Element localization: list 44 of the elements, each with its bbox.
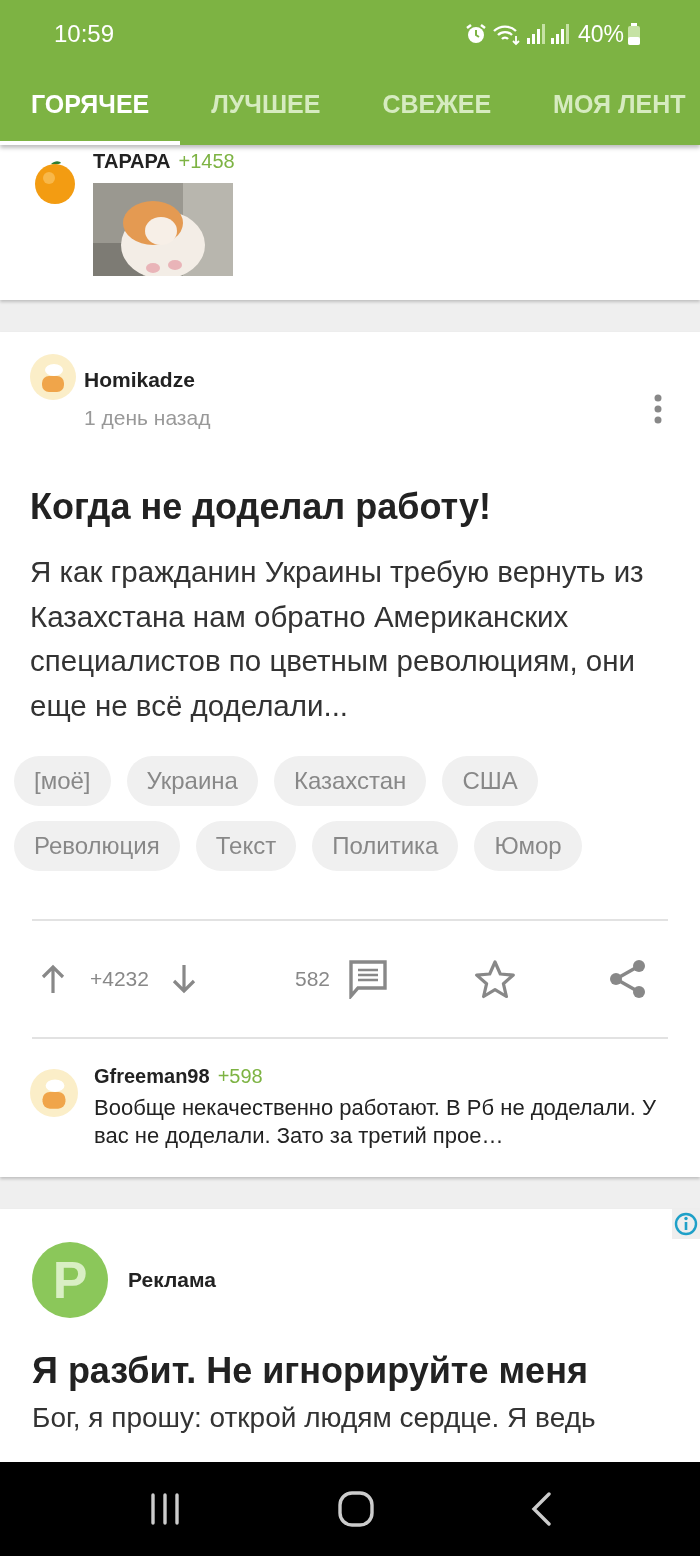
avatar[interactable] xyxy=(30,354,76,400)
avatar[interactable] xyxy=(30,1069,78,1117)
comment-rating: +1458 xyxy=(178,150,235,173)
tag-chip[interactable]: Украина xyxy=(126,756,258,806)
battery-icon xyxy=(628,23,640,45)
ad-avatar: P xyxy=(32,1242,108,1318)
post-title[interactable]: Когда не доделал работу! xyxy=(30,486,670,528)
ad-label: Реклама xyxy=(128,1268,216,1292)
feed-tab[interactable]: МОЯ ЛЕНТ xyxy=(522,68,700,145)
tag-chip[interactable]: США xyxy=(442,756,538,806)
vote-count: +4232 xyxy=(90,967,149,991)
wifi-icon xyxy=(491,22,522,46)
tag-chip[interactable]: [моё] xyxy=(14,756,111,806)
post-author[interactable]: Homikadze xyxy=(84,368,653,392)
feed-tab[interactable]: СВЕЖЕЕ xyxy=(351,68,523,145)
ad-text: Бог, я прошу: открой людям сердце. Я ведь xyxy=(32,1402,597,1434)
tag-chip[interactable]: Казахстан xyxy=(273,756,427,806)
feed-tab[interactable]: ЛУЧШЕЕ xyxy=(180,68,352,145)
info-icon[interactable] xyxy=(672,1209,700,1239)
comment-rating: +598 xyxy=(217,1065,263,1088)
battery-percent: 40% xyxy=(577,20,624,48)
post-text: Я как гражданин Украины требую вернуть из Казахстана нам обратно Американских специалистов по цветным революциям, они еще не всё доделали... xyxy=(30,554,645,724)
post-time: 1 день назад xyxy=(84,406,212,430)
tag-chip[interactable]: Политика xyxy=(312,821,459,871)
status-time: 10:59 xyxy=(54,20,115,48)
share-icon[interactable] xyxy=(608,959,646,999)
comment-icon[interactable] xyxy=(348,959,389,999)
more-icon[interactable] xyxy=(653,394,663,424)
tag-chip[interactable]: Юмор xyxy=(474,821,582,871)
signal-icon xyxy=(549,23,570,45)
ad-title[interactable]: Я разбит. Не игнорируйте меня xyxy=(32,1350,668,1392)
home-icon[interactable] xyxy=(338,1491,374,1527)
tag-chip[interactable]: Текст xyxy=(195,821,297,871)
upvote-icon[interactable] xyxy=(40,963,66,995)
comment-author[interactable]: Gfreeman98 xyxy=(94,1065,210,1088)
comment-author[interactable]: ТАРАРА xyxy=(93,150,171,173)
tag-chip[interactable]: Революция xyxy=(14,821,180,871)
back-icon[interactable] xyxy=(530,1492,552,1526)
comment-text: Вообще некачественно работают. В Рб не доделали. У вас не доделали. Зато за третий прое… xyxy=(94,1094,658,1150)
signal-icon xyxy=(525,23,546,45)
recents-icon[interactable] xyxy=(148,1492,182,1526)
star-icon[interactable] xyxy=(474,959,517,999)
downvote-icon[interactable] xyxy=(171,963,197,995)
comment-count: 582 xyxy=(295,967,331,991)
